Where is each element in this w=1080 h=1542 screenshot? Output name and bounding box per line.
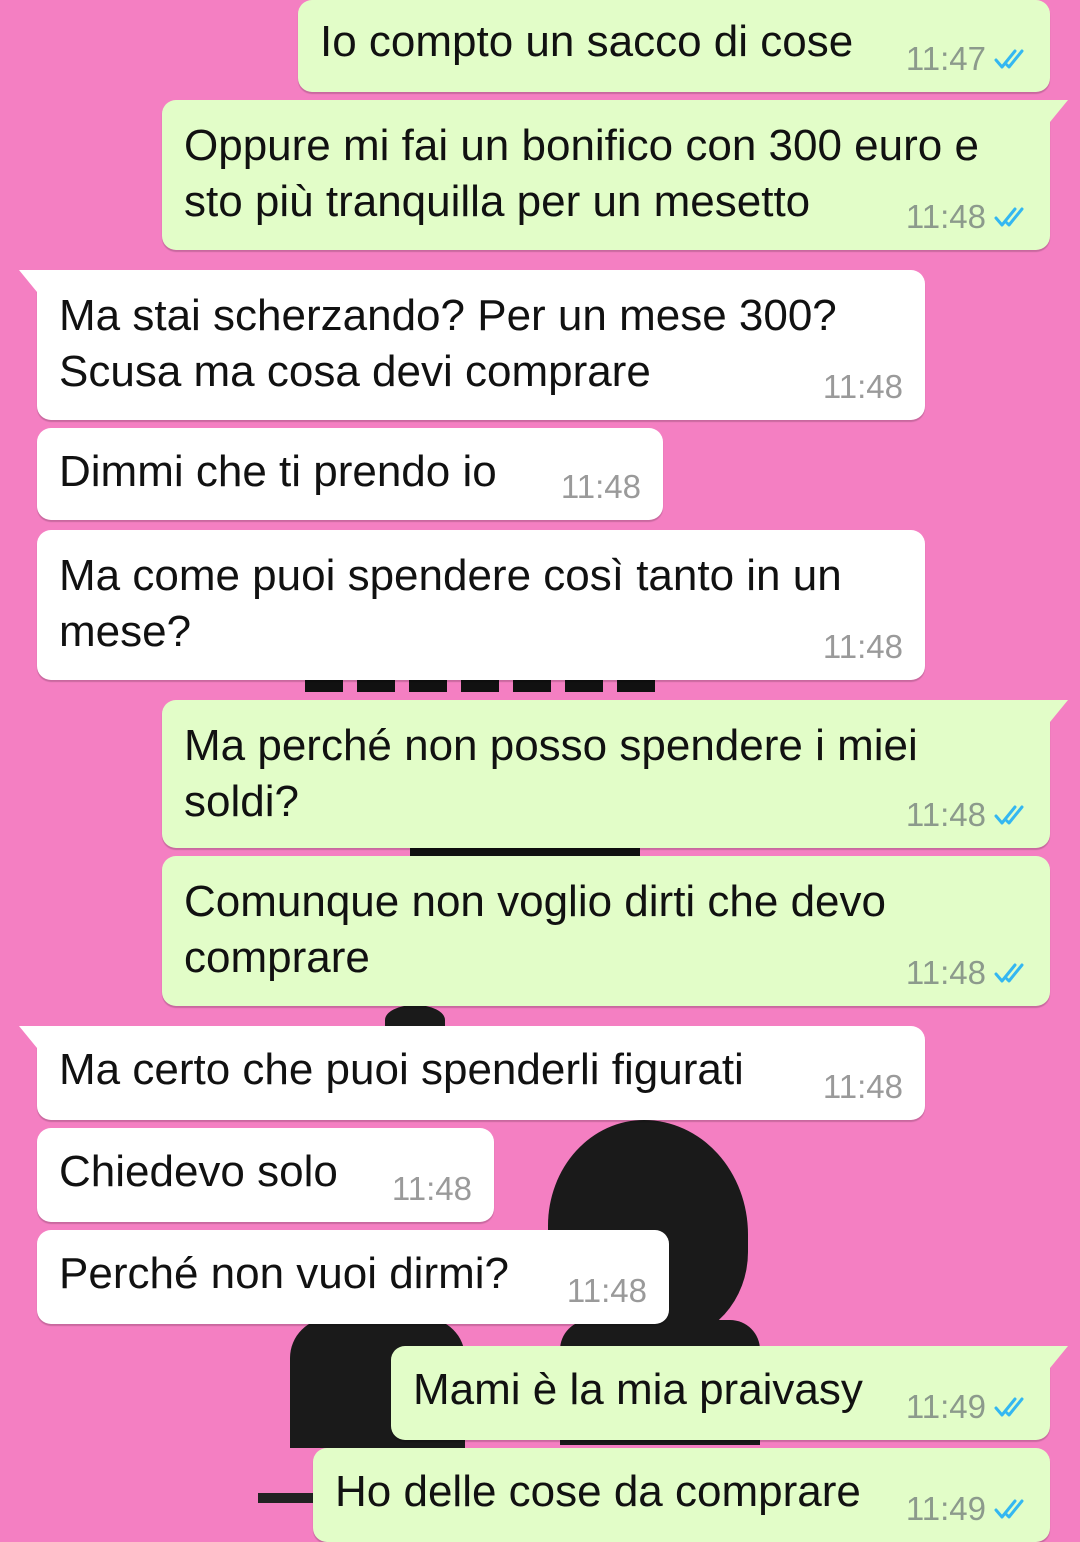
outgoing-message[interactable]: Oppure mi fai un bonifico con 300 euro e…: [162, 100, 1068, 250]
message-time: 11:49: [905, 1490, 986, 1527]
incoming-message[interactable]: Chiedevo solo 11:48: [37, 1128, 494, 1222]
double-check-read-icon: [994, 207, 1024, 227]
message-time: 11:48: [391, 1170, 472, 1207]
message-text: Dimmi che ti prendo io: [59, 447, 497, 496]
message-time: 11:48: [905, 198, 986, 235]
wallpaper-graphic: [258, 1493, 318, 1503]
message-meta: 11:48: [906, 198, 1028, 236]
message-text: Ma certo che puoi spenderli figurati: [59, 1045, 744, 1094]
message-time: 11:48: [560, 468, 641, 505]
message-meta: 11:48: [823, 628, 903, 666]
wallpaper-graphic: [305, 678, 665, 692]
message-meta: 11:48: [906, 954, 1028, 992]
message-text: Ma perché non posso spendere i miei sold…: [184, 721, 918, 826]
double-check-read-icon: [994, 49, 1024, 69]
outgoing-message[interactable]: Ma perché non posso spendere i miei sold…: [162, 700, 1068, 848]
message-meta: 11:49: [906, 1490, 1028, 1528]
message-meta: 11:48: [823, 1068, 903, 1106]
message-text: Perché non vuoi dirmi?: [59, 1249, 510, 1298]
message-meta: 11:48: [823, 368, 903, 406]
message-meta: 11:48: [561, 468, 641, 506]
double-check-read-icon: [994, 963, 1024, 983]
outgoing-message[interactable]: Ho delle cose da comprare 11:49: [313, 1448, 1050, 1542]
incoming-message[interactable]: Ma certo che puoi spenderli figurati 11:…: [19, 1026, 925, 1120]
message-text: Ma stai scherzando? Per un mese 300? Scu…: [59, 291, 837, 396]
message-text: Ma come puoi spendere così tanto in un m…: [59, 551, 842, 656]
double-check-read-icon: [994, 1499, 1024, 1519]
message-time: 11:48: [905, 796, 986, 833]
message-text: Oppure mi fai un bonifico con 300 euro e…: [184, 121, 979, 226]
outgoing-message[interactable]: Mami è la mia praivasy 11:49: [391, 1346, 1068, 1440]
message-time: 11:48: [822, 628, 903, 665]
message-meta: 11:47: [906, 40, 1028, 78]
message-meta: 11:48: [906, 796, 1028, 834]
incoming-message[interactable]: Ma come puoi spendere così tanto in un m…: [37, 530, 925, 680]
chat-area[interactable]: Io compto un sacco di cose 11:47 Oppure …: [0, 0, 1080, 1542]
outgoing-message[interactable]: Io compto un sacco di cose 11:47: [298, 0, 1050, 92]
message-text: Comunque non voglio dirti che devo compr…: [184, 877, 887, 982]
message-time: 11:47: [905, 40, 986, 77]
incoming-message[interactable]: Ma stai scherzando? Per un mese 300? Scu…: [19, 270, 925, 420]
message-time: 11:48: [822, 368, 903, 405]
message-time: 11:48: [566, 1272, 647, 1309]
outgoing-message[interactable]: Comunque non voglio dirti che devo compr…: [162, 856, 1050, 1006]
double-check-read-icon: [994, 1397, 1024, 1417]
message-meta: 11:48: [392, 1170, 472, 1208]
incoming-message[interactable]: Dimmi che ti prendo io 11:48: [37, 428, 663, 520]
message-meta: 11:49: [906, 1388, 1028, 1426]
incoming-message[interactable]: Perché non vuoi dirmi? 11:48: [37, 1230, 669, 1324]
double-check-read-icon: [994, 805, 1024, 825]
message-time: 11:48: [905, 954, 986, 991]
message-time: 11:49: [905, 1388, 986, 1425]
message-time: 11:48: [822, 1068, 903, 1105]
message-meta: 11:48: [567, 1272, 647, 1310]
